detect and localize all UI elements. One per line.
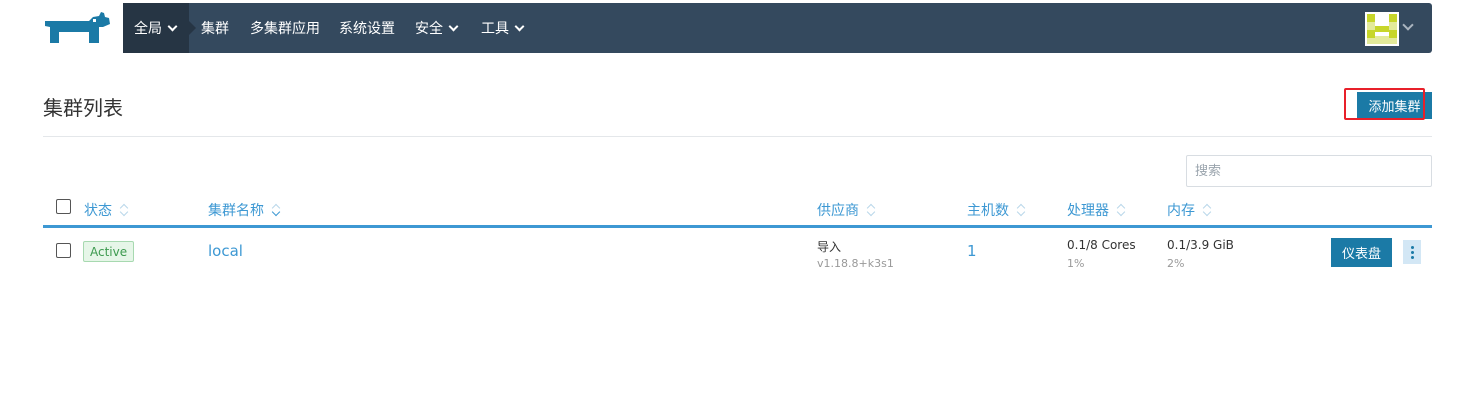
nav-clusters[interactable]: 集群 xyxy=(201,3,229,53)
table-header-divider xyxy=(43,225,1432,228)
provider-name: 导入 xyxy=(817,240,842,254)
chevron-down-icon[interactable] xyxy=(1402,19,1414,31)
column-header-name[interactable]: 集群名称 xyxy=(208,200,281,220)
cpu-usage: 0.1/8 Cores xyxy=(1067,238,1136,252)
cluster-name-link[interactable]: local xyxy=(208,242,243,260)
nav-settings-label: 系统设置 xyxy=(339,21,395,37)
nav-security[interactable]: 安全 xyxy=(415,3,459,53)
add-cluster-button[interactable]: 添加集群 xyxy=(1357,92,1432,119)
nav-global[interactable]: 全局 xyxy=(123,3,196,53)
kebab-dot-icon xyxy=(1410,245,1414,249)
memory-percent: 2% xyxy=(1167,257,1185,270)
chevron-down-icon xyxy=(448,21,459,31)
nav-tools[interactable]: 工具 xyxy=(481,3,525,53)
more-actions-button[interactable] xyxy=(1403,240,1421,264)
node-count-link[interactable]: 1 xyxy=(967,242,977,260)
column-header-memory[interactable]: 内存 xyxy=(1167,200,1212,220)
dashboard-button[interactable]: 仪表盘 xyxy=(1331,238,1392,267)
sort-icon xyxy=(1203,203,1212,217)
row-checkbox[interactable] xyxy=(56,243,71,258)
column-header-name-label: 集群名称 xyxy=(208,203,264,219)
status-badge: Active xyxy=(83,241,135,262)
user-avatar[interactable] xyxy=(1365,12,1399,46)
rancher-logo-icon[interactable] xyxy=(43,12,111,46)
divider xyxy=(43,136,1432,137)
memory-usage: 0.1/3.9 GiB xyxy=(1167,238,1234,252)
sort-icon xyxy=(1017,203,1026,217)
sort-icon xyxy=(120,203,129,217)
nav-settings[interactable]: 系统设置 xyxy=(339,3,395,53)
column-header-state-label: 状态 xyxy=(84,203,112,219)
nav-multi-cluster-apps-label: 多集群应用 xyxy=(250,21,320,37)
column-header-cpu[interactable]: 处理器 xyxy=(1067,200,1126,220)
provider-version: v1.18.8+k3s1 xyxy=(817,257,894,270)
sort-icon xyxy=(272,203,281,217)
sort-icon xyxy=(867,203,876,217)
sort-icon xyxy=(1117,203,1126,217)
page-title: 集群列表 xyxy=(43,96,123,120)
nav-global-label: 全局 xyxy=(134,21,162,37)
column-header-state[interactable]: 状态 xyxy=(84,200,129,220)
column-header-memory-label: 内存 xyxy=(1167,203,1195,219)
column-header-nodes-label: 主机数 xyxy=(967,203,1009,219)
column-header-provider[interactable]: 供应商 xyxy=(817,200,876,220)
nav-multi-cluster-apps[interactable]: 多集群应用 xyxy=(250,3,320,53)
chevron-down-icon xyxy=(514,21,525,31)
select-all-checkbox[interactable] xyxy=(56,199,71,214)
nav-clusters-label: 集群 xyxy=(201,21,229,37)
top-nav: 全局 集群 多集群应用 系统设置 安全 工具 xyxy=(123,3,1432,53)
nav-security-label: 安全 xyxy=(415,21,443,37)
nav-tools-label: 工具 xyxy=(481,21,509,37)
column-header-cpu-label: 处理器 xyxy=(1067,203,1109,219)
chevron-down-icon xyxy=(167,21,178,31)
cpu-percent: 1% xyxy=(1067,257,1085,270)
kebab-dot-icon xyxy=(1410,250,1414,254)
search-input[interactable] xyxy=(1186,155,1432,187)
column-header-provider-label: 供应商 xyxy=(817,203,859,219)
column-header-nodes[interactable]: 主机数 xyxy=(967,200,1026,220)
kebab-dot-icon xyxy=(1410,255,1414,259)
